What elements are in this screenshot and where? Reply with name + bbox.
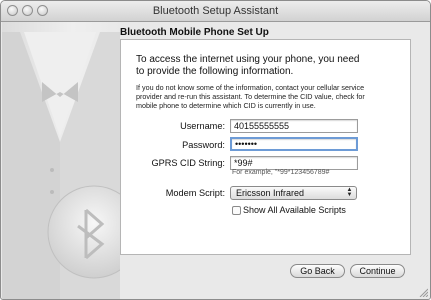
password-field[interactable]: ••••••• [230, 137, 358, 151]
modem-script-value: Ericsson Infrared [236, 188, 305, 198]
password-label: Password: [182, 140, 225, 150]
title-bar[interactable]: Bluetooth Setup Assistant [1, 1, 430, 22]
cid-field[interactable]: *99# [230, 156, 358, 170]
cid-label: GPRS CID String: [151, 158, 225, 168]
window-title: Bluetooth Setup Assistant [152, 5, 279, 17]
resize-grip-icon[interactable] [418, 287, 428, 297]
cid-example-text: For example, "*99*123456789# [232, 169, 330, 176]
page-heading: Bluetooth Mobile Phone Set Up [120, 27, 269, 38]
username-field[interactable]: 40155555555 [230, 119, 358, 133]
assistant-window: Bluetooth Setup Assistant Bluetooth Mobi… [0, 0, 431, 300]
continue-button[interactable]: Continue [350, 264, 405, 278]
bluetooth-tuxedo-icon [2, 32, 141, 299]
modem-script-label: Modem Script: [165, 188, 225, 198]
show-all-scripts-label[interactable]: Show All Available Scripts [243, 205, 346, 215]
intro-text: To access the internet using your phone,… [136, 54, 360, 77]
username-label: Username: [180, 121, 225, 131]
go-back-button[interactable]: Go Back [290, 264, 345, 278]
popup-updown-icon: ▲ ▼ [346, 187, 353, 198]
help-note: If you do not know some of the informati… [136, 83, 365, 110]
modem-script-popup[interactable]: Ericsson Infrared ▲ ▼ [230, 186, 357, 200]
assistant-artwork [2, 22, 141, 299]
show-all-scripts-checkbox[interactable] [232, 206, 241, 215]
